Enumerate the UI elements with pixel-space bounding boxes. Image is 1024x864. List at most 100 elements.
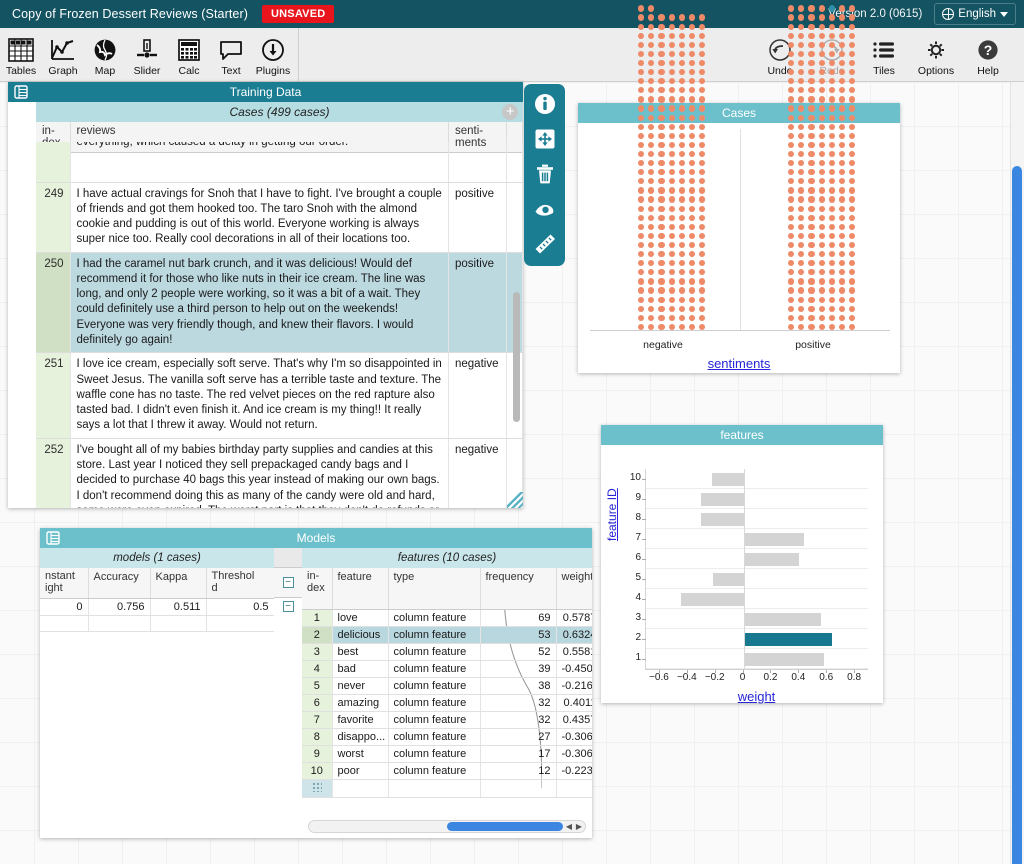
cell-type[interactable]: column feature: [388, 643, 481, 661]
case-dot[interactable]: [828, 187, 835, 194]
case-dot[interactable]: [849, 14, 856, 21]
case-dot[interactable]: [668, 114, 675, 121]
cell-empty[interactable]: [332, 779, 389, 798]
cell-frequency[interactable]: 53: [480, 626, 557, 644]
case-dot[interactable]: [798, 196, 805, 203]
case-dot[interactable]: [788, 251, 795, 258]
cell-index[interactable]: 251: [36, 352, 71, 439]
table-row[interactable]: 10poorcolumn feature12-0.2233310: [302, 762, 592, 780]
cell-frequency[interactable]: 32: [480, 711, 557, 729]
cell-sentiments[interactable]: positive: [448, 252, 507, 354]
training-data-scroll-area[interactable]: everything, which caused a delay in gett…: [36, 142, 523, 508]
case-dot[interactable]: [849, 50, 856, 57]
case-dot[interactable]: [839, 23, 846, 30]
features-bar[interactable]: [743, 532, 805, 546]
case-dot[interactable]: [668, 105, 675, 112]
table-row[interactable]: 3bestcolumn feature520.558193: [302, 643, 592, 661]
case-dot[interactable]: [839, 69, 846, 76]
case-dot[interactable]: [648, 260, 655, 267]
cell-type[interactable]: column feature: [388, 728, 481, 746]
case-dot[interactable]: [798, 23, 805, 30]
case-dot[interactable]: [658, 305, 665, 312]
case-dot[interactable]: [668, 269, 675, 276]
column-header-type[interactable]: type: [388, 568, 481, 610]
case-dot[interactable]: [818, 123, 825, 130]
case-dot[interactable]: [668, 187, 675, 194]
case-dot[interactable]: [788, 78, 795, 85]
case-dot[interactable]: [678, 41, 685, 48]
case-dot[interactable]: [788, 50, 795, 57]
case-dot[interactable]: [648, 96, 655, 103]
case-dot[interactable]: [828, 23, 835, 30]
case-dot[interactable]: [638, 305, 645, 312]
page-vertical-scrollbar-thumb[interactable]: [1012, 166, 1022, 864]
features-bar[interactable]: [700, 512, 744, 526]
case-dot[interactable]: [689, 50, 696, 57]
table-row[interactable]: 0 0.756 0.511 0.5: [40, 598, 275, 616]
case-dot[interactable]: [849, 41, 856, 48]
case-dot[interactable]: [678, 269, 685, 276]
case-dot[interactable]: [839, 132, 846, 139]
case-dot[interactable]: [689, 123, 696, 130]
case-dot[interactable]: [788, 260, 795, 267]
case-dot[interactable]: [658, 260, 665, 267]
tool-text[interactable]: Text: [210, 28, 252, 82]
models-horizontal-scrollbar-track[interactable]: ◀ ▶: [308, 820, 586, 833]
cell-type[interactable]: column feature: [388, 762, 481, 780]
cell-frequency[interactable]: 12: [480, 762, 557, 780]
table-row-empty[interactable]: [40, 615, 275, 632]
cell-index[interactable]: [36, 142, 71, 183]
case-dot[interactable]: [638, 96, 645, 103]
case-dot[interactable]: [808, 305, 815, 312]
case-dot[interactable]: [849, 123, 856, 130]
case-dot[interactable]: [849, 78, 856, 85]
case-dot[interactable]: [798, 241, 805, 249]
case-dot[interactable]: [638, 205, 645, 212]
case-dot[interactable]: [689, 260, 696, 267]
cell-empty[interactable]: [150, 615, 207, 632]
row-drag-handle[interactable]: [302, 779, 333, 798]
cell-index[interactable]: 8: [302, 728, 333, 746]
case-dot[interactable]: [678, 187, 685, 194]
case-dot[interactable]: [638, 123, 645, 130]
case-dot[interactable]: [839, 105, 846, 112]
features-bar-row[interactable]: 7: [635, 529, 868, 549]
case-dot[interactable]: [798, 87, 805, 94]
case-dot[interactable]: [638, 114, 645, 121]
case-dot[interactable]: [818, 132, 825, 139]
case-dot[interactable]: [839, 187, 846, 194]
case-dot[interactable]: [689, 278, 696, 285]
case-dot[interactable]: [818, 232, 825, 239]
cell-weight[interactable]: -0.45034: [556, 660, 592, 678]
case-dot[interactable]: [668, 205, 675, 212]
cell-accuracy[interactable]: 0.756: [88, 598, 151, 616]
cases-graph-body[interactable]: negative positive sentiments: [578, 5, 900, 373]
case-dot[interactable]: [668, 87, 675, 94]
case-dot[interactable]: [849, 296, 856, 303]
cell-weight[interactable]: 0.57874: [556, 609, 592, 627]
case-dot[interactable]: [828, 123, 835, 130]
case-dot[interactable]: [699, 69, 706, 76]
case-dot[interactable]: [828, 105, 835, 112]
case-dot[interactable]: [808, 87, 815, 94]
case-dot[interactable]: [849, 169, 856, 176]
case-dot[interactable]: [638, 287, 645, 294]
case-dot[interactable]: [638, 314, 645, 321]
case-dot[interactable]: [788, 196, 795, 203]
case-dot[interactable]: [668, 260, 675, 267]
cell-type[interactable]: column feature: [388, 694, 481, 712]
case-dot[interactable]: [648, 323, 655, 330]
case-dot[interactable]: [658, 78, 665, 85]
case-dot[interactable]: [658, 323, 665, 330]
case-dot[interactable]: [788, 314, 795, 321]
case-dot[interactable]: [638, 169, 645, 176]
case-dot[interactable]: [798, 96, 805, 103]
case-dot[interactable]: [658, 251, 665, 258]
case-dot[interactable]: [678, 305, 685, 312]
case-dot[interactable]: [689, 269, 696, 276]
scroll-right-arrow-icon[interactable]: ▶: [574, 821, 584, 832]
case-dot[interactable]: [849, 287, 856, 294]
case-dot[interactable]: [828, 150, 835, 158]
cell-feature[interactable]: bad: [332, 660, 389, 678]
case-dot[interactable]: [699, 214, 706, 221]
